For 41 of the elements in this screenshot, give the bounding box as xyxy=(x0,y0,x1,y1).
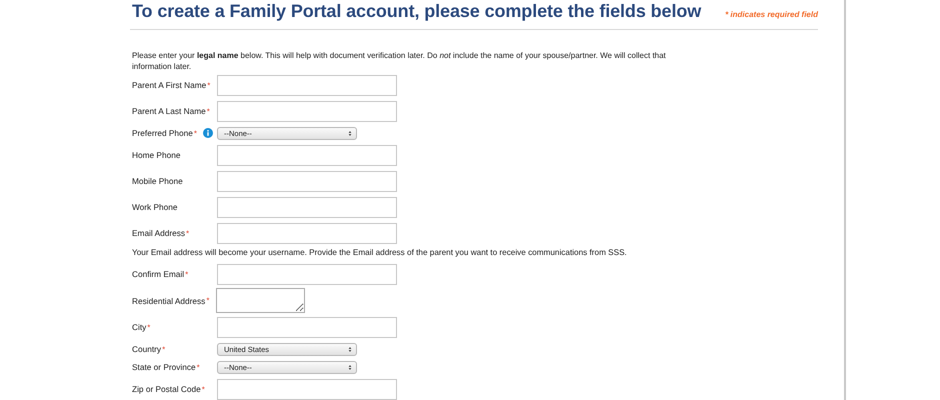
info-icon[interactable] xyxy=(203,128,214,138)
required-mark: * xyxy=(196,362,200,372)
field-label: Preferred Phone xyxy=(132,128,193,138)
required-mark: * xyxy=(206,296,210,305)
required-mark: * xyxy=(162,344,166,354)
input-field[interactable] xyxy=(217,196,397,218)
field-label: Parent A First Name xyxy=(132,80,206,90)
field-label: Parent A Last Name xyxy=(132,106,206,116)
input-field[interactable] xyxy=(217,144,397,166)
field-label: City xyxy=(132,322,146,332)
intro-text: Please enter your legal name below. This will help with document verification later. Do not include the name of your spouse/partner. We will collect that information later. xyxy=(132,50,667,72)
input-field[interactable] xyxy=(217,316,397,338)
input-field[interactable] xyxy=(217,170,397,192)
required-mark: * xyxy=(186,228,190,238)
input-field[interactable] xyxy=(217,222,397,244)
required-mark: * xyxy=(206,106,210,116)
required-mark: * xyxy=(147,322,150,332)
input-field[interactable] xyxy=(217,100,397,122)
up-down-arrows-icon xyxy=(348,346,352,352)
required-mark: * xyxy=(202,384,205,394)
help-text: Your Email address will become your username. Provide the Email address of the parent you want to receive communications from SSS. xyxy=(132,248,628,257)
field-label: Country xyxy=(132,344,162,354)
required-mark: * xyxy=(185,270,188,278)
field-label: State or Province xyxy=(132,362,196,372)
field-label: Residential Address xyxy=(132,296,206,306)
field-label: Mobile Phone xyxy=(132,176,183,186)
field-label: Zip or Postal Code xyxy=(132,384,201,394)
address-field[interactable] xyxy=(216,288,305,313)
page-title: To create a Family Portal account, please complete the fields below xyxy=(132,1,702,22)
input-field[interactable] xyxy=(217,74,397,96)
required-mark: * xyxy=(207,80,210,90)
required-mark: * xyxy=(194,128,198,138)
required-note: * indicates required field xyxy=(725,10,818,19)
field-label: Confirm Email xyxy=(132,269,184,279)
field-label: Home Phone xyxy=(132,150,180,160)
input-field[interactable] xyxy=(217,378,397,400)
field-label: Email Address xyxy=(132,228,186,238)
input-field[interactable] xyxy=(217,264,397,284)
field-label: Work Phone xyxy=(132,202,178,212)
up-down-arrows-icon xyxy=(348,364,352,370)
up-down-arrows-icon xyxy=(348,130,352,136)
